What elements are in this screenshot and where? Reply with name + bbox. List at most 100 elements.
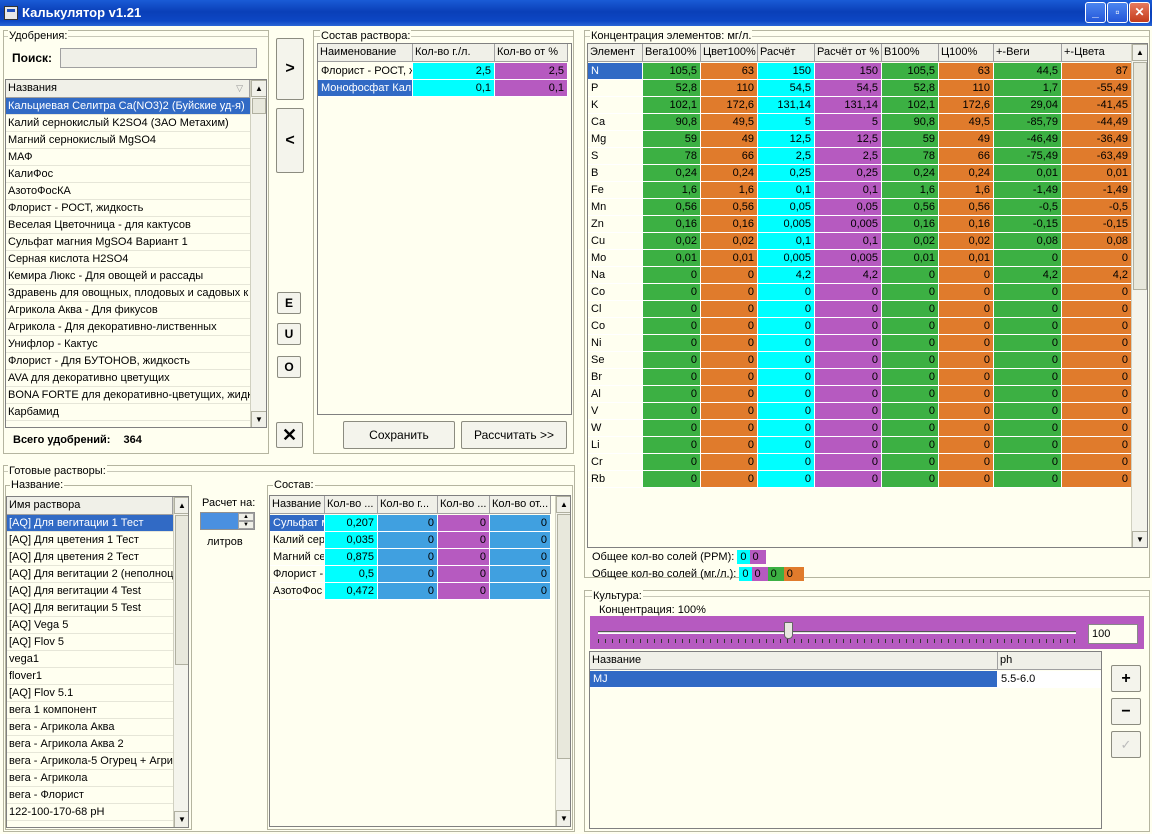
element-cell[interactable]: Co: [588, 318, 643, 335]
ready-composition-column-header[interactable]: Кол-во г...: [378, 496, 438, 514]
ready-value-cell[interactable]: 0: [490, 515, 551, 532]
list-item[interactable]: [AQ] Для вегитации 5 Test: [7, 600, 173, 617]
composition-g-cell[interactable]: 2,5: [413, 63, 495, 80]
e-button[interactable]: E: [277, 292, 301, 314]
list-item[interactable]: Флорист - Для БУТОНОВ, жидкость: [6, 353, 250, 370]
element-cell[interactable]: P: [588, 80, 643, 97]
scroll-thumb[interactable]: [252, 98, 266, 114]
scroll-thumb[interactable]: [557, 514, 570, 759]
list-item[interactable]: МАФ: [6, 149, 250, 166]
spin-down-icon[interactable]: ▼: [238, 521, 254, 529]
composition-column-header[interactable]: Наименование: [318, 44, 413, 62]
ready-name-cell[interactable]: Флорист -: [270, 566, 325, 583]
element-cell[interactable]: Li: [588, 437, 643, 454]
culture-ph-cell[interactable]: 5.5-6.0: [998, 671, 1101, 688]
ready-value-cell[interactable]: 0,035: [325, 532, 378, 549]
ready-name-cell[interactable]: Калий сер: [270, 532, 325, 549]
liters-input[interactable]: [201, 513, 238, 529]
ready-value-cell[interactable]: 0: [378, 583, 438, 600]
element-cell[interactable]: Mo: [588, 250, 643, 267]
ready-scrollbar[interactable]: ▲ ▼: [173, 497, 188, 827]
concentration-column-header[interactable]: +-Цвета: [1062, 44, 1132, 62]
remove-culture-button[interactable]: −: [1111, 698, 1141, 725]
ready-composition-column-header[interactable]: Кол-во ...: [325, 496, 378, 514]
list-item[interactable]: Здравень для овощных, плодовых и садовых…: [6, 285, 250, 302]
element-cell[interactable]: Se: [588, 352, 643, 369]
element-cell[interactable]: Ca: [588, 114, 643, 131]
ready-value-cell[interactable]: 0: [490, 566, 551, 583]
table-row[interactable]: Флорист -0,5 0 0 0: [270, 566, 555, 583]
list-item[interactable]: вега - Агрикола Аква: [7, 719, 173, 736]
minimize-button[interactable]: _: [1085, 2, 1106, 23]
slider-thumb[interactable]: [784, 622, 794, 639]
table-row[interactable]: MJ 5.5-6.0: [590, 671, 1101, 688]
ready-value-cell[interactable]: 0: [490, 532, 551, 549]
composition-column-header[interactable]: Кол-во от %: [495, 44, 568, 62]
scroll-up-icon[interactable]: ▲: [1132, 44, 1147, 61]
table-row[interactable]: АзотоФос 0,472 0 0 0: [270, 583, 555, 600]
element-cell[interactable]: S: [588, 148, 643, 165]
list-item[interactable]: BONA FORTE для декоративно-цветущих, жид…: [6, 387, 250, 404]
ready-value-cell[interactable]: 0: [490, 583, 551, 600]
ready-name-cell[interactable]: Сульфат м: [270, 515, 325, 532]
fertilizers-scrollbar[interactable]: ▲ ▼: [250, 80, 266, 427]
element-cell[interactable]: Cu: [588, 233, 643, 250]
ready-name-cell[interactable]: Магний се: [270, 549, 325, 566]
composition-pct-cell[interactable]: 0,1: [495, 80, 568, 97]
close-button[interactable]: ✕: [1129, 2, 1150, 23]
list-item[interactable]: flover1: [7, 668, 173, 685]
list-item[interactable]: 122-100-170-68 pH: [7, 804, 173, 821]
ready-value-cell[interactable]: 0,207: [325, 515, 378, 532]
list-item[interactable]: Кемира Люкс - Для овощей и рассады: [6, 268, 250, 285]
add-culture-button[interactable]: +: [1111, 665, 1141, 692]
o-button[interactable]: O: [277, 356, 301, 378]
culture-column-name[interactable]: Название: [590, 652, 998, 670]
concentration-scrollbar[interactable]: ▲ ▼: [1131, 44, 1147, 547]
concentration-column-header[interactable]: Вега100%: [643, 44, 701, 62]
concentration-column-header[interactable]: Цвет100%: [701, 44, 758, 62]
list-item[interactable]: Серная кислота H2SO4: [6, 251, 250, 268]
list-item[interactable]: Калий сернокислый K2SO4 (ЗАО Метахим): [6, 115, 250, 132]
ready-value-cell[interactable]: 0: [438, 583, 490, 600]
table-row[interactable]: Монофосфат Кали 0,1 0,1: [318, 80, 571, 97]
element-cell[interactable]: Cl: [588, 301, 643, 318]
culture-column-ph[interactable]: ph: [998, 652, 1101, 670]
maximize-button[interactable]: ▫: [1107, 2, 1128, 23]
element-cell[interactable]: N: [588, 63, 643, 80]
list-item[interactable]: вега - Флорист: [7, 787, 173, 804]
concentration-column-header[interactable]: Расчёт от %: [815, 44, 882, 62]
ready-composition-scrollbar[interactable]: ▲ ▼: [555, 496, 570, 826]
list-item[interactable]: Магний сернокислый MgSO4: [6, 132, 250, 149]
list-item[interactable]: [AQ] Для вегитации 2 (неполноц: [7, 566, 173, 583]
ready-value-cell[interactable]: 0: [490, 549, 551, 566]
table-row[interactable]: Магний се 0,875 0 0 0: [270, 549, 555, 566]
scroll-thumb[interactable]: [175, 515, 188, 665]
scroll-up-icon[interactable]: ▲: [556, 496, 570, 513]
ready-value-cell[interactable]: 0: [378, 566, 438, 583]
composition-name-cell[interactable]: Флорист - РОСТ, ж: [318, 63, 413, 80]
element-cell[interactable]: W: [588, 420, 643, 437]
concentration-column-header[interactable]: +-Веги: [994, 44, 1062, 62]
list-item[interactable]: [AQ] Для вегитации 1 Тест: [7, 515, 173, 532]
culture-name-cell[interactable]: MJ: [590, 671, 998, 688]
element-cell[interactable]: B: [588, 165, 643, 182]
ready-value-cell[interactable]: 0,472: [325, 583, 378, 600]
list-item[interactable]: вега - Агрикола Аква 2: [7, 736, 173, 753]
list-item[interactable]: [AQ] Для цветения 1 Тест: [7, 532, 173, 549]
calculate-button[interactable]: Рассчитать >>: [461, 421, 567, 449]
table-row[interactable]: Флорист - РОСТ, ж 2,5 2,5: [318, 63, 571, 80]
composition-column-header[interactable]: Кол-во г./л.: [413, 44, 495, 62]
scroll-down-icon[interactable]: ▼: [174, 811, 188, 827]
search-input[interactable]: [60, 48, 257, 68]
list-item[interactable]: Веселая Цветочница - для кактусов: [6, 217, 250, 234]
list-item[interactable]: вега - Агрикола-5 Огурец + Агри: [7, 753, 173, 770]
ready-composition-column-header[interactable]: Кол-во от...: [490, 496, 551, 514]
element-cell[interactable]: Mg: [588, 131, 643, 148]
ready-column-header[interactable]: Имя раствора: [7, 497, 173, 515]
element-cell[interactable]: Na: [588, 267, 643, 284]
ready-name-cell[interactable]: АзотоФос: [270, 583, 325, 600]
element-cell[interactable]: Rb: [588, 471, 643, 488]
table-row[interactable]: Сульфат м 0,207 0 0 0: [270, 515, 555, 532]
list-item[interactable]: Унифлор - Кактус: [6, 336, 250, 353]
scroll-down-icon[interactable]: ▼: [251, 411, 266, 427]
